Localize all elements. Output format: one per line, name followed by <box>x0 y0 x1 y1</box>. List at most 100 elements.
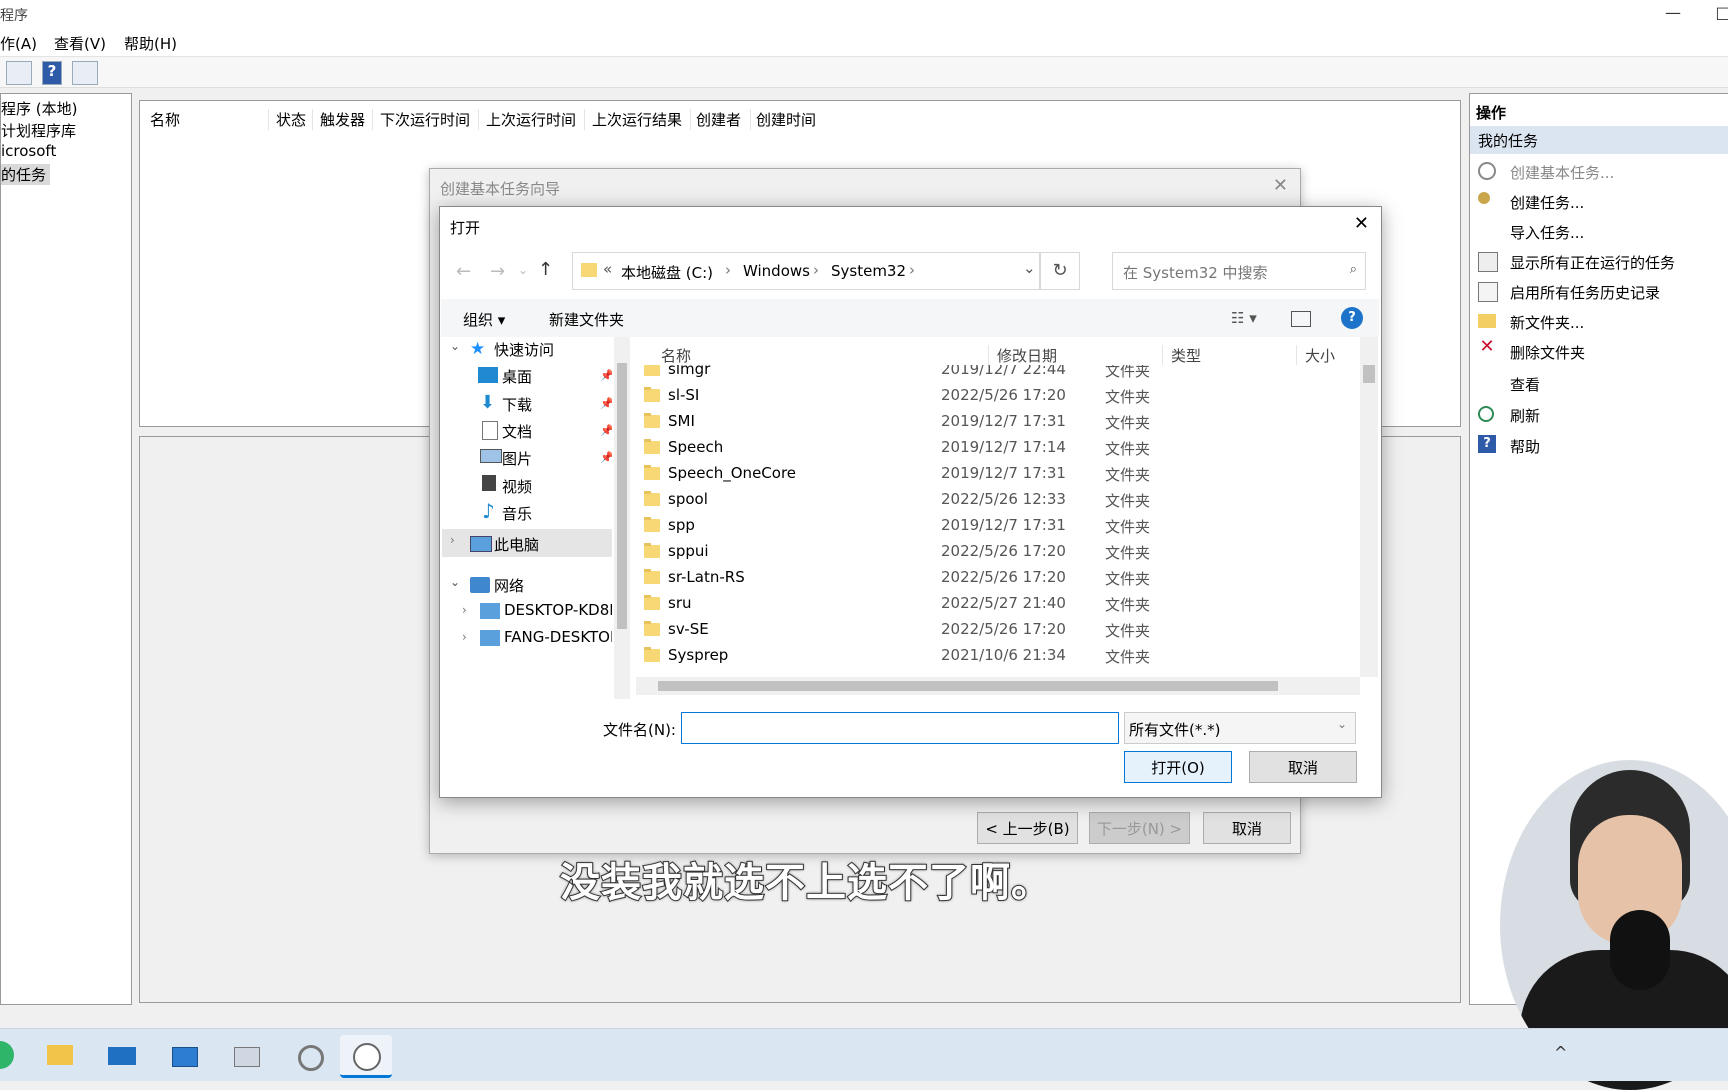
maximize-button[interactable]: □ <box>1700 0 1728 28</box>
actions-section[interactable]: 我的任务 <box>1470 126 1728 154</box>
header-date[interactable]: 修改日期 <box>988 345 1057 366</box>
tree-item-microsoft[interactable]: icrosoft <box>1 142 56 160</box>
open-button[interactable]: 打开(O) <box>1124 751 1232 783</box>
nav-desktop[interactable]: 桌面 <box>502 366 532 387</box>
nav-pictures[interactable]: 图片 <box>502 448 532 469</box>
nav-this-pc-row[interactable]: › 此电脑 <box>442 529 612 557</box>
help-icon[interactable]: ? <box>1341 307 1363 329</box>
nav-downloads[interactable]: 下载 <box>502 394 532 415</box>
preview-pane-icon[interactable] <box>1291 311 1311 327</box>
chevron-right-icon[interactable]: › <box>462 603 467 617</box>
mail-icon[interactable] <box>100 1035 144 1075</box>
up-arrow-icon[interactable]: ↑ <box>538 259 553 280</box>
path-segment-c[interactable]: 本地磁盘 (C:) <box>621 262 713 283</box>
wizard-cancel-button[interactable]: 取消 <box>1203 812 1291 844</box>
column-trigger[interactable]: 触发器 <box>320 109 373 130</box>
wizard-back-button[interactable]: < 上一步(B) <box>977 812 1078 844</box>
path-segment-windows[interactable]: Windows <box>743 262 810 280</box>
nav-scrollbar[interactable] <box>614 337 630 699</box>
chevron-right-icon[interactable]: › <box>450 533 455 547</box>
refresh-icon[interactable]: ↻ <box>1040 252 1080 290</box>
file-type: 文件夹 <box>1105 596 1151 614</box>
settings-icon[interactable] <box>286 1035 330 1075</box>
header-size[interactable]: 大小 <box>1296 345 1335 366</box>
nav-computer-1[interactable]: DESKTOP-KD8F <box>504 601 612 619</box>
tray-chevron-up-icon[interactable]: ^ <box>1554 1043 1567 1062</box>
nav-videos[interactable]: 视频 <box>502 476 532 497</box>
column-next-run[interactable]: 下次运行时间 <box>380 109 479 130</box>
column-created[interactable]: 创建时间 <box>756 109 1232 130</box>
column-author[interactable]: 创建者 <box>696 109 751 130</box>
file-row[interactable]: slmgr 2019/12/7 22:44 文件夹 <box>636 365 1336 383</box>
file-row[interactable]: Speech_OneCore 2019/12/7 17:31 文件夹 <box>636 461 1336 487</box>
minimize-button[interactable]: — <box>1650 0 1696 28</box>
photos-icon[interactable] <box>224 1035 268 1075</box>
column-name[interactable]: 名称 <box>150 109 269 130</box>
search-box[interactable]: 在 System32 中搜索 ⌕ <box>1112 252 1366 290</box>
recent-dropdown-icon[interactable]: ⌄ <box>518 263 528 277</box>
path-prefix[interactable]: « <box>603 260 612 278</box>
column-last-run[interactable]: 上次运行时间 <box>486 109 585 130</box>
file-row[interactable]: Sysprep 2021/10/6 21:34 文件夹 <box>636 643 1336 669</box>
pin-icon[interactable]: 📌 <box>600 424 612 437</box>
file-list-scrollbar-thumb[interactable] <box>1363 365 1375 383</box>
file-explorer-icon[interactable] <box>38 1035 82 1075</box>
file-row[interactable]: sru 2022/5/27 21:40 文件夹 <box>636 591 1336 617</box>
tree-item-library[interactable]: 计划程序库 <box>1 120 76 141</box>
nav-documents[interactable]: 文档 <box>502 421 532 442</box>
nav-computer-2[interactable]: FANG-DESKTOI <box>504 628 612 646</box>
pin-icon[interactable]: 📌 <box>600 397 612 410</box>
wizard-next-button[interactable]: 下一步(N) > <box>1089 812 1190 844</box>
show-hide-tree-icon[interactable] <box>6 61 32 85</box>
header-type[interactable]: 类型 <box>1162 345 1201 366</box>
file-row[interactable]: sv-SE 2022/5/26 17:20 文件夹 <box>636 617 1336 643</box>
path-segment-system32[interactable]: System32 <box>831 262 906 280</box>
help-icon[interactable]: ? <box>42 61 62 85</box>
folder-icon <box>644 413 660 428</box>
file-row[interactable]: SMI 2019/12/7 17:31 文件夹 <box>636 409 1336 435</box>
nav-network[interactable]: 网络 <box>494 575 524 596</box>
file-row[interactable]: spp 2019/12/7 17:31 文件夹 <box>636 513 1336 539</box>
browser-icon[interactable] <box>0 1041 14 1069</box>
file-list-hscrollbar[interactable] <box>636 677 1360 695</box>
header-name[interactable]: 名称 <box>661 345 691 366</box>
organize-button[interactable]: 组织 ▾ <box>463 309 505 330</box>
new-folder-button[interactable]: 新建文件夹 <box>549 309 624 330</box>
column-status[interactable]: 状态 <box>276 109 313 130</box>
chevron-down-icon[interactable]: ⌄ <box>450 339 460 353</box>
nav-scrollbar-thumb[interactable] <box>617 363 627 629</box>
pin-icon[interactable]: 📌 <box>600 369 612 382</box>
file-row[interactable]: Speech 2019/12/7 17:14 文件夹 <box>636 435 1336 461</box>
filename-input[interactable] <box>681 712 1119 744</box>
pin-icon[interactable]: 📌 <box>600 451 612 464</box>
nav-music[interactable]: 音乐 <box>502 503 532 524</box>
search-input[interactable]: 在 System32 中搜索 <box>1123 262 1268 283</box>
column-last-result[interactable]: 上次运行结果 <box>592 109 691 130</box>
show-hide-action-pane-icon[interactable] <box>72 61 98 85</box>
chevron-down-icon[interactable]: ⌄ <box>450 575 460 589</box>
wizard-close-button[interactable]: ✕ <box>1273 175 1288 196</box>
file-row[interactable]: sr-Latn-RS 2022/5/26 17:20 文件夹 <box>636 565 1336 591</box>
file-row[interactable]: spool 2022/5/26 12:33 文件夹 <box>636 487 1336 513</box>
back-arrow-icon[interactable]: ← <box>456 261 471 282</box>
file-row[interactable]: sl-SI 2022/5/26 17:20 文件夹 <box>636 383 1336 409</box>
forward-arrow-icon[interactable]: → <box>490 261 505 282</box>
address-bar[interactable]: « 本地磁盘 (C:) › Windows › System32 › ⌄ <box>572 252 1040 290</box>
open-cancel-button[interactable]: 取消 <box>1249 751 1357 783</box>
file-list-hscrollbar-thumb[interactable] <box>658 681 1278 691</box>
file-type-select[interactable]: 所有文件(*.*) ⌄ <box>1124 712 1356 744</box>
open-dialog-close-button[interactable]: ✕ <box>1354 213 1369 234</box>
tree-item-my-tasks[interactable]: 的任务 <box>1 164 51 185</box>
file-row[interactable]: sppui 2022/5/26 17:20 文件夹 <box>636 539 1336 565</box>
menu-help[interactable]: 帮助(H) <box>124 33 177 54</box>
chevron-down-icon[interactable]: ⌄ <box>1023 259 1036 277</box>
chevron-right-icon[interactable]: › <box>462 630 467 644</box>
menu-action[interactable]: 作(A) <box>0 33 37 54</box>
tree-item-local[interactable]: 程序 (本地) <box>1 98 77 119</box>
task-scheduler-icon[interactable] <box>340 1035 392 1078</box>
menu-view[interactable]: 查看(V) <box>54 33 106 54</box>
file-list-scrollbar[interactable] <box>1360 337 1378 677</box>
contacts-icon[interactable] <box>162 1035 206 1075</box>
nav-quick-access[interactable]: 快速访问 <box>494 339 554 360</box>
view-options-icon[interactable]: ☷ ▾ <box>1231 309 1257 327</box>
